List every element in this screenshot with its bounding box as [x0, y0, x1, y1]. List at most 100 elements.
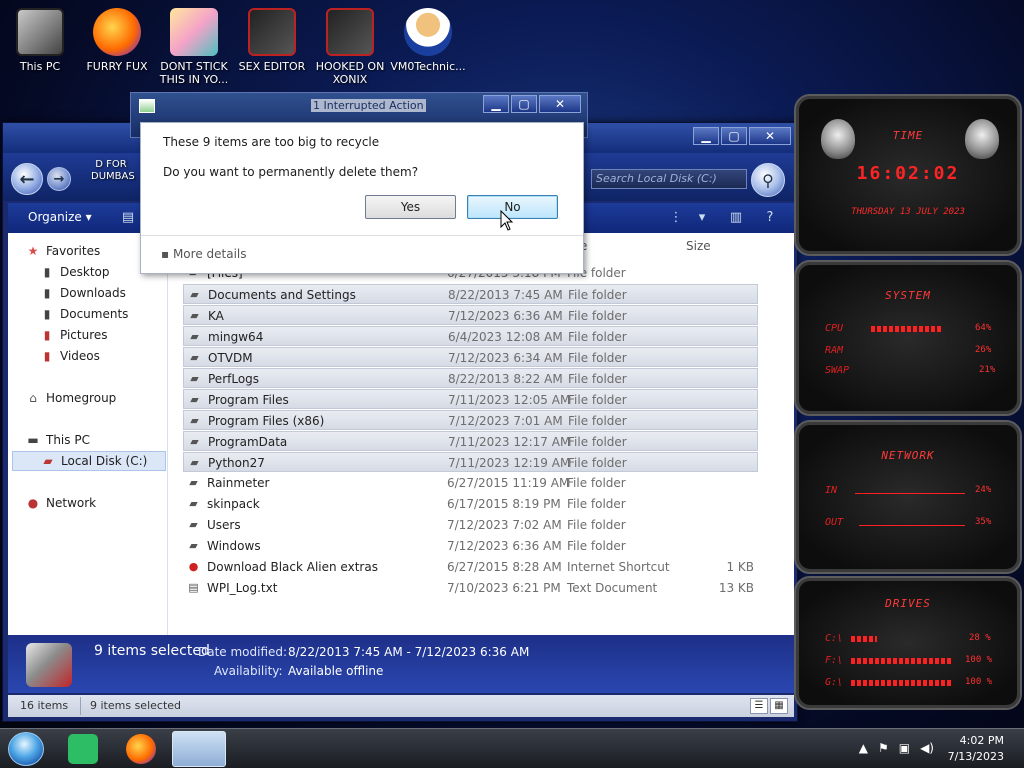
- nav-label: Homegroup: [46, 391, 117, 405]
- drive-f-label: F:\: [825, 655, 844, 666]
- file-date: 7/11/2023 12:17 AM: [448, 435, 571, 449]
- nav-desktop[interactable]: ▮ Desktop: [40, 262, 110, 282]
- multiple-items-icon: [26, 643, 72, 687]
- more-options-icon[interactable]: ⋮: [668, 210, 684, 226]
- file-type: File folder: [568, 414, 627, 428]
- desktop-icon-sex-editor[interactable]: SEX EDITOR: [234, 8, 310, 73]
- table-row[interactable]: ▰ KA 7/12/2023 6:36 AM File folder: [183, 305, 758, 325]
- back-button[interactable]: ←: [11, 163, 43, 195]
- nav-favorites[interactable]: ★ Favorites: [26, 241, 101, 261]
- nav-pictures[interactable]: ▮ Pictures: [40, 325, 108, 345]
- desktop-icon-hooked-on-xonix[interactable]: HOOKED ON XONIX: [312, 8, 388, 86]
- volume-icon[interactable]: ◀): [920, 741, 934, 755]
- folder-icon: ▰: [190, 351, 199, 364]
- network-in-value: 24%: [975, 485, 992, 495]
- details-pane: 9 items selected Date modified: 8/22/201…: [8, 635, 794, 693]
- minimize-button[interactable]: ▁: [693, 127, 719, 145]
- taskbar-explorer-app[interactable]: [172, 731, 226, 767]
- taskbar-notes-app[interactable]: [68, 734, 98, 764]
- yes-button[interactable]: Yes: [365, 195, 456, 219]
- desktop-icon-this-pc[interactable]: This PC: [2, 8, 78, 73]
- desktop-icon-furry-fux[interactable]: FURRY FUX: [79, 8, 155, 73]
- cpu-bar: [871, 326, 941, 332]
- status-separator: [80, 697, 81, 715]
- file-type: File folder: [567, 476, 626, 490]
- table-row[interactable]: ▰ skinpack 6/17/2015 8:19 PM File folder: [183, 494, 758, 514]
- nav-downloads[interactable]: ▮ Downloads: [40, 283, 126, 303]
- dialog-message: These 9 items are too big to recycle: [163, 135, 380, 149]
- nav-network[interactable]: ● Network: [26, 493, 96, 513]
- close-button[interactable]: ✕: [749, 127, 791, 145]
- downloads-icon: ▮: [43, 286, 51, 300]
- nav-local-disk[interactable]: ▰ Local Disk (C:): [12, 451, 166, 471]
- table-row[interactable]: ▰ Users 7/12/2023 7:02 AM File folder: [183, 515, 758, 535]
- table-row[interactable]: ▰ ProgramData 7/11/2023 12:17 AM File folde…: [183, 431, 758, 451]
- desktop-icon-label: HOOKED ON XONIX: [315, 60, 385, 86]
- open-icon[interactable]: ▤: [120, 210, 136, 226]
- table-row[interactable]: ▰ PerfLogs 8/22/2013 8:22 AM File folder: [183, 368, 758, 388]
- videos-icon: ▮: [43, 349, 51, 363]
- file-date: 6/17/2015 8:19 PM: [447, 497, 561, 511]
- details-view-icon[interactable]: ☰: [750, 698, 768, 714]
- table-row[interactable]: ▰ Python27 7/11/2023 12:19 AM File folder: [183, 452, 758, 472]
- taskbar-firefox-app[interactable]: [126, 734, 156, 764]
- preview-pane-icon[interactable]: ▥: [728, 210, 744, 226]
- computer-icon: ▬: [27, 433, 39, 447]
- drives-widget-title: DRIVES: [885, 597, 931, 610]
- ram-value: 26%: [975, 345, 992, 355]
- nav-documents[interactable]: ▮ Documents: [40, 304, 129, 324]
- forward-button[interactable]: →: [47, 167, 71, 191]
- network-out-label: OUT: [825, 517, 844, 528]
- table-row[interactable]: ▰ OTVDM 7/12/2023 6:34 AM File folder: [183, 347, 758, 367]
- search-input[interactable]: Search Local Disk (C:): [591, 169, 747, 189]
- nav-this-pc[interactable]: ▬ This PC: [26, 430, 90, 450]
- file-name: ProgramData: [208, 435, 288, 449]
- nav-label: Documents: [60, 307, 129, 321]
- availability-label: Availability:: [214, 664, 283, 678]
- file-date: 7/12/2023 7:02 AM: [447, 518, 562, 532]
- network-icon[interactable]: ▣: [899, 741, 910, 755]
- flag-icon[interactable]: ⚑: [878, 741, 889, 755]
- file-name: Download Black Alien extras: [207, 560, 378, 574]
- file-type: File folder: [568, 330, 627, 344]
- folder-icon: ▰: [190, 288, 199, 301]
- show-hidden-icons-icon[interactable]: ▲: [859, 741, 868, 755]
- computer-icon: [16, 8, 64, 56]
- maximize-button[interactable]: ▢: [721, 127, 747, 145]
- image-icon: [170, 8, 218, 56]
- search-icon[interactable]: ⚲: [751, 163, 785, 197]
- table-row[interactable]: ▰ Program Files 7/11/2023 12:05 AM File fol…: [183, 389, 758, 409]
- large-icons-view-icon[interactable]: ▦: [770, 698, 788, 714]
- file-name: Python27: [208, 456, 265, 470]
- start-button[interactable]: [8, 732, 44, 766]
- desktop-icon-vm0technic[interactable]: VM0Technic...: [390, 8, 466, 73]
- close-button[interactable]: ✕: [539, 95, 581, 113]
- table-row[interactable]: ▰ mingw64 6/4/2023 12:08 AM File folder: [183, 326, 758, 346]
- table-row[interactable]: ▰ Documents and Settings 8/22/2013 7:45 AM…: [183, 284, 758, 304]
- table-row[interactable]: ▰ Rainmeter 6/27/2015 11:19 AM File folder: [183, 473, 758, 493]
- nav-videos[interactable]: ▮ Videos: [40, 346, 100, 366]
- widget-date: THURSDAY 13 JULY 2023: [851, 207, 965, 217]
- more-details-toggle[interactable]: ▪ More details: [161, 247, 247, 261]
- nav-homegroup[interactable]: ⌂ Homegroup: [26, 388, 116, 408]
- desktop-icon-dont-stick[interactable]: DONT STICK THIS IN YO...: [156, 8, 232, 86]
- folder-icon: ▰: [190, 393, 199, 406]
- maximize-button[interactable]: ▢: [511, 95, 537, 113]
- file-name: mingw64: [208, 330, 264, 344]
- table-row[interactable]: ▤ WPI_Log.txt 7/10/2023 6:21 PM Text Docume…: [183, 578, 758, 598]
- organize-button[interactable]: Organize ▾: [28, 210, 92, 224]
- delete-confirm-dialog: These 9 items are too big to recycle Do …: [140, 122, 584, 274]
- desktop-icon-label: DONT STICK THIS IN YO...: [159, 60, 229, 86]
- chevron-down-icon[interactable]: ▾: [694, 210, 710, 226]
- column-size-header[interactable]: Size: [686, 233, 711, 257]
- table-row[interactable]: ▰ Program Files (x86) 7/12/2023 7:01 AM Fil…: [183, 410, 758, 430]
- taskbar-clock[interactable]: 4:02 PM 7/13/2023: [948, 733, 1004, 765]
- time-widget-title: TIME: [892, 129, 924, 142]
- table-row[interactable]: ▰ Windows 7/12/2023 6:36 AM File folder: [183, 536, 758, 556]
- table-row[interactable]: ● Download Black Alien extras 6/27/2015 8:…: [183, 557, 758, 577]
- help-icon[interactable]: ?: [762, 210, 778, 226]
- file-date: 6/27/2015 8:28 AM: [447, 560, 562, 574]
- file-type: File folder: [568, 351, 627, 365]
- minimize-button[interactable]: ▁: [483, 95, 509, 113]
- file-type: File folder: [568, 309, 627, 323]
